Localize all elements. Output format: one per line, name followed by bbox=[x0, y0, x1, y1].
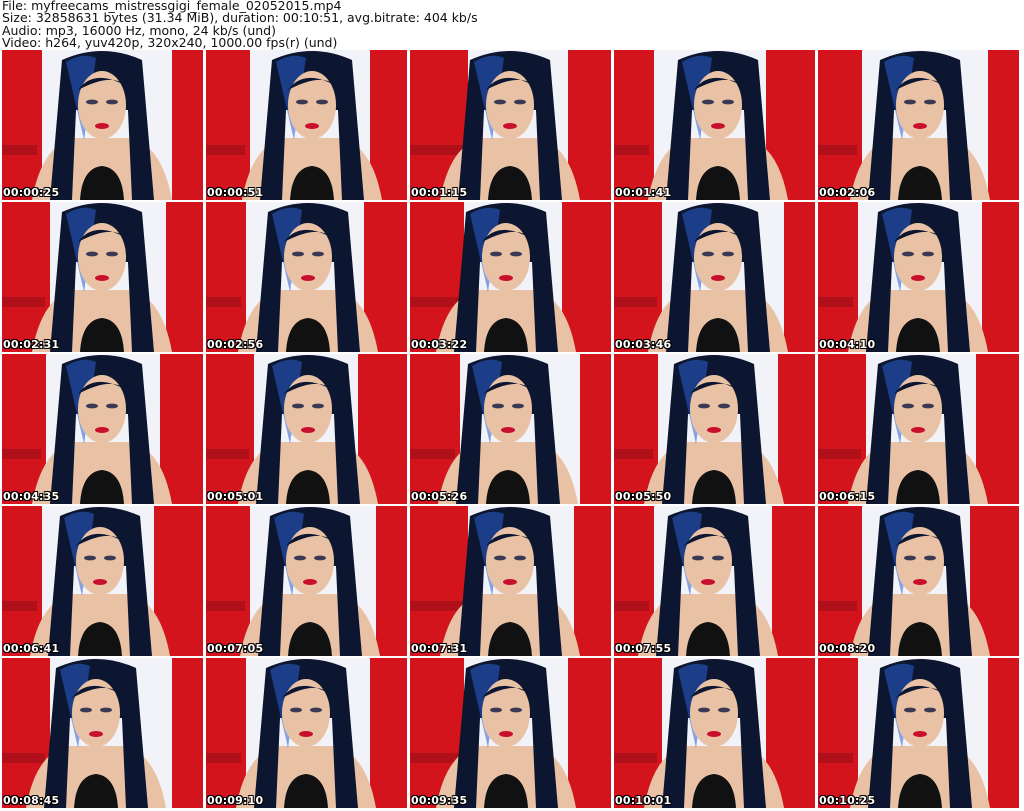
video-thumbnail: 00:05:26 bbox=[410, 354, 611, 504]
webcam-frame-image bbox=[206, 50, 407, 200]
thumbnail-timestamp: 00:10:25 bbox=[819, 794, 876, 807]
webcam-frame-image bbox=[2, 658, 203, 808]
video-thumbnail: 00:02:56 bbox=[206, 202, 407, 352]
webcam-frame-image bbox=[2, 202, 203, 352]
webcam-frame-image bbox=[614, 202, 815, 352]
video-thumbnail: 00:01:41 bbox=[614, 50, 815, 200]
webcam-frame-image bbox=[410, 506, 611, 656]
webcam-frame-image bbox=[818, 658, 1019, 808]
webcam-frame-image bbox=[614, 506, 815, 656]
video-thumbnail: 00:03:22 bbox=[410, 202, 611, 352]
thumbnail-timestamp: 00:04:10 bbox=[819, 338, 876, 351]
webcam-frame-image bbox=[614, 658, 815, 808]
video-info-line: Video: h264, yuv420p, 320x240, 1000.00 f… bbox=[2, 35, 338, 51]
video-thumbnail: 00:02:31 bbox=[2, 202, 203, 352]
video-thumbnail: 00:01:15 bbox=[410, 50, 611, 200]
thumbnail-timestamp: 00:09:10 bbox=[207, 794, 264, 807]
video-thumbnail: 00:00:51 bbox=[206, 50, 407, 200]
thumbnail-timestamp: 00:05:01 bbox=[207, 490, 264, 503]
webcam-frame-image bbox=[2, 50, 203, 200]
thumbnail-timestamp: 00:04:35 bbox=[3, 490, 60, 503]
thumbnail-timestamp: 00:05:26 bbox=[411, 490, 468, 503]
thumbnail-timestamp: 00:06:15 bbox=[819, 490, 876, 503]
thumbnail-timestamp: 00:08:45 bbox=[3, 794, 60, 807]
webcam-frame-image bbox=[206, 658, 407, 808]
thumbnail-timestamp: 00:05:50 bbox=[615, 490, 672, 503]
video-thumbnail: 00:06:15 bbox=[818, 354, 1019, 504]
thumbnail-timestamp: 00:07:05 bbox=[207, 642, 264, 655]
webcam-frame-image bbox=[818, 354, 1019, 504]
video-thumbnail: 00:05:01 bbox=[206, 354, 407, 504]
webcam-frame-image bbox=[818, 202, 1019, 352]
video-thumbnail: 00:07:55 bbox=[614, 506, 815, 656]
thumbnail-timestamp: 00:06:41 bbox=[3, 642, 60, 655]
webcam-frame-image bbox=[206, 506, 407, 656]
video-thumbnail: 00:08:20 bbox=[818, 506, 1019, 656]
video-thumbnail: 00:00:25 bbox=[2, 50, 203, 200]
thumbnail-timestamp: 00:03:46 bbox=[615, 338, 672, 351]
webcam-frame-image bbox=[410, 658, 611, 808]
video-thumbnail: 00:05:50 bbox=[614, 354, 815, 504]
thumbnail-timestamp: 00:01:41 bbox=[615, 186, 672, 199]
webcam-frame-image bbox=[614, 50, 815, 200]
video-thumbnail: 00:02:06 bbox=[818, 50, 1019, 200]
webcam-frame-image bbox=[206, 354, 407, 504]
webcam-frame-image bbox=[818, 50, 1019, 200]
video-thumbnail: 00:10:25 bbox=[818, 658, 1019, 808]
thumbnail-timestamp: 00:08:20 bbox=[819, 642, 876, 655]
thumbnail-timestamp: 00:01:15 bbox=[411, 186, 468, 199]
webcam-frame-image bbox=[2, 354, 203, 504]
thumbnail-timestamp: 00:02:31 bbox=[3, 338, 60, 351]
thumbnail-timestamp: 00:00:51 bbox=[207, 186, 264, 199]
thumbnail-timestamp: 00:07:55 bbox=[615, 642, 672, 655]
webcam-frame-image bbox=[410, 50, 611, 200]
thumbnail-timestamp: 00:09:35 bbox=[411, 794, 468, 807]
thumbnail-grid: 00:00:25 00:00:51 00:01:15 00:01:41 00:0… bbox=[2, 50, 1022, 810]
file-info-header: File: myfreecams_mistressgigi_female_020… bbox=[2, 0, 1022, 50]
thumbnail-timestamp: 00:02:06 bbox=[819, 186, 876, 199]
thumbnail-timestamp: 00:03:22 bbox=[411, 338, 468, 351]
video-thumbnail: 00:09:35 bbox=[410, 658, 611, 808]
video-thumbnail: 00:06:41 bbox=[2, 506, 203, 656]
webcam-frame-image bbox=[206, 202, 407, 352]
video-thumbnail: 00:03:46 bbox=[614, 202, 815, 352]
thumbnail-timestamp: 00:07:31 bbox=[411, 642, 468, 655]
thumbnail-timestamp: 00:10:01 bbox=[615, 794, 672, 807]
webcam-frame-image bbox=[410, 354, 611, 504]
webcam-frame-image bbox=[818, 506, 1019, 656]
video-thumbnail: 00:04:10 bbox=[818, 202, 1019, 352]
webcam-frame-image bbox=[410, 202, 611, 352]
thumbnail-timestamp: 00:02:56 bbox=[207, 338, 264, 351]
video-thumbnail: 00:04:35 bbox=[2, 354, 203, 504]
video-thumbnail: 00:10:01 bbox=[614, 658, 815, 808]
thumbnail-timestamp: 00:00:25 bbox=[3, 186, 60, 199]
video-thumbnail: 00:07:31 bbox=[410, 506, 611, 656]
webcam-frame-image bbox=[614, 354, 815, 504]
webcam-frame-image bbox=[2, 506, 203, 656]
video-thumbnail: 00:08:45 bbox=[2, 658, 203, 808]
video-thumbnail: 00:09:10 bbox=[206, 658, 407, 808]
video-thumbnail: 00:07:05 bbox=[206, 506, 407, 656]
